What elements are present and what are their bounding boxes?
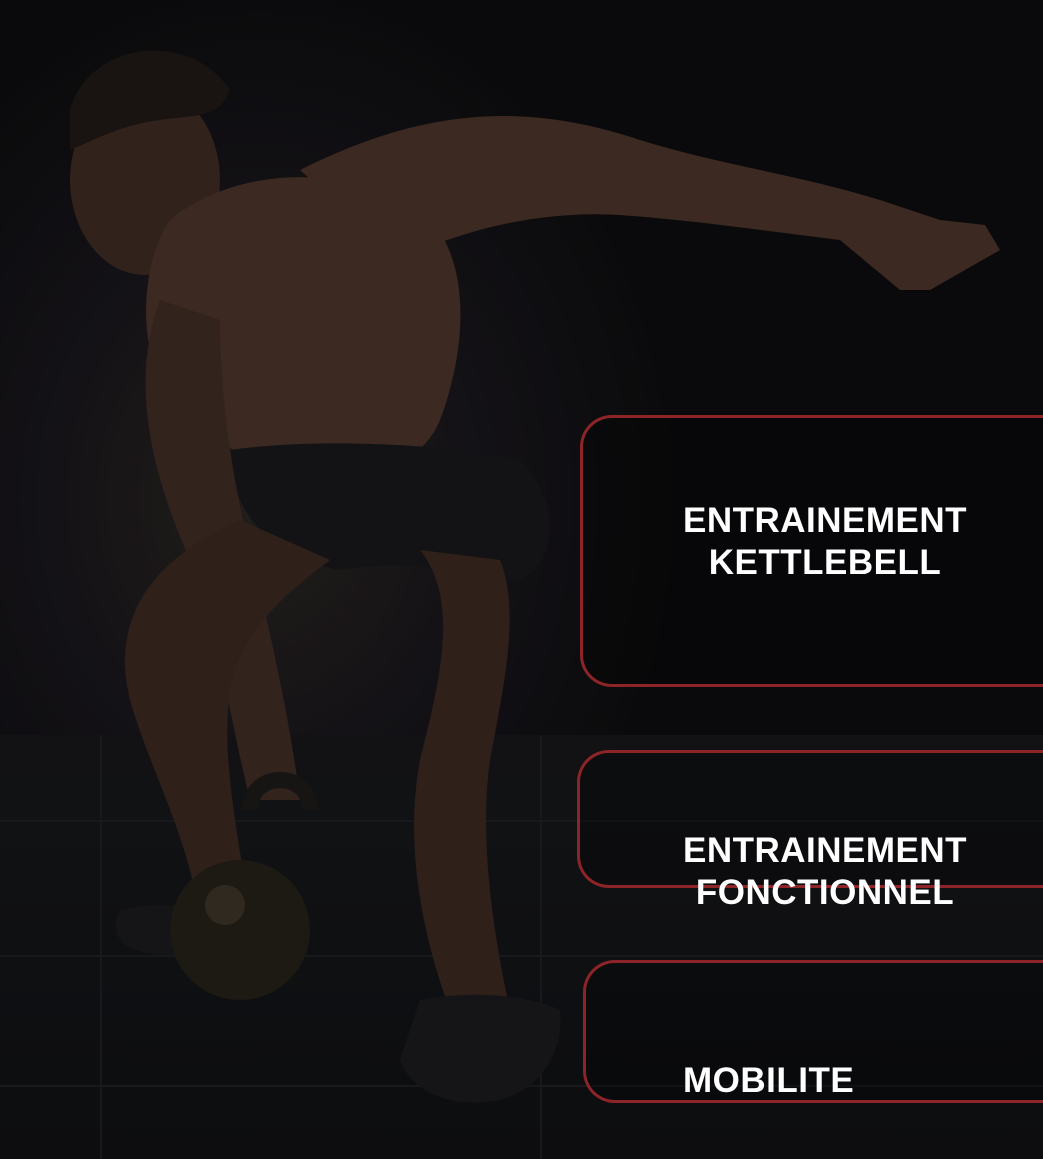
card-functional-line1: ENTRAINEMENT [683, 831, 968, 870]
card-kettlebell-label: ENTRAINEMENT KETTLEBELL [683, 500, 967, 584]
card-kettlebell-line1: ENTRAINEMENT [683, 501, 968, 540]
card-functional-label: ENTRAINEMENT FONCTIONNEL [683, 830, 967, 914]
card-kettlebell-line2: KETTLEBELL [708, 543, 942, 582]
card-functional-line2: FONCTIONNEL [695, 873, 955, 912]
card-mobility-line1: MOBILITE [683, 1061, 855, 1100]
card-mobility-label: MOBILITE [683, 1060, 854, 1102]
